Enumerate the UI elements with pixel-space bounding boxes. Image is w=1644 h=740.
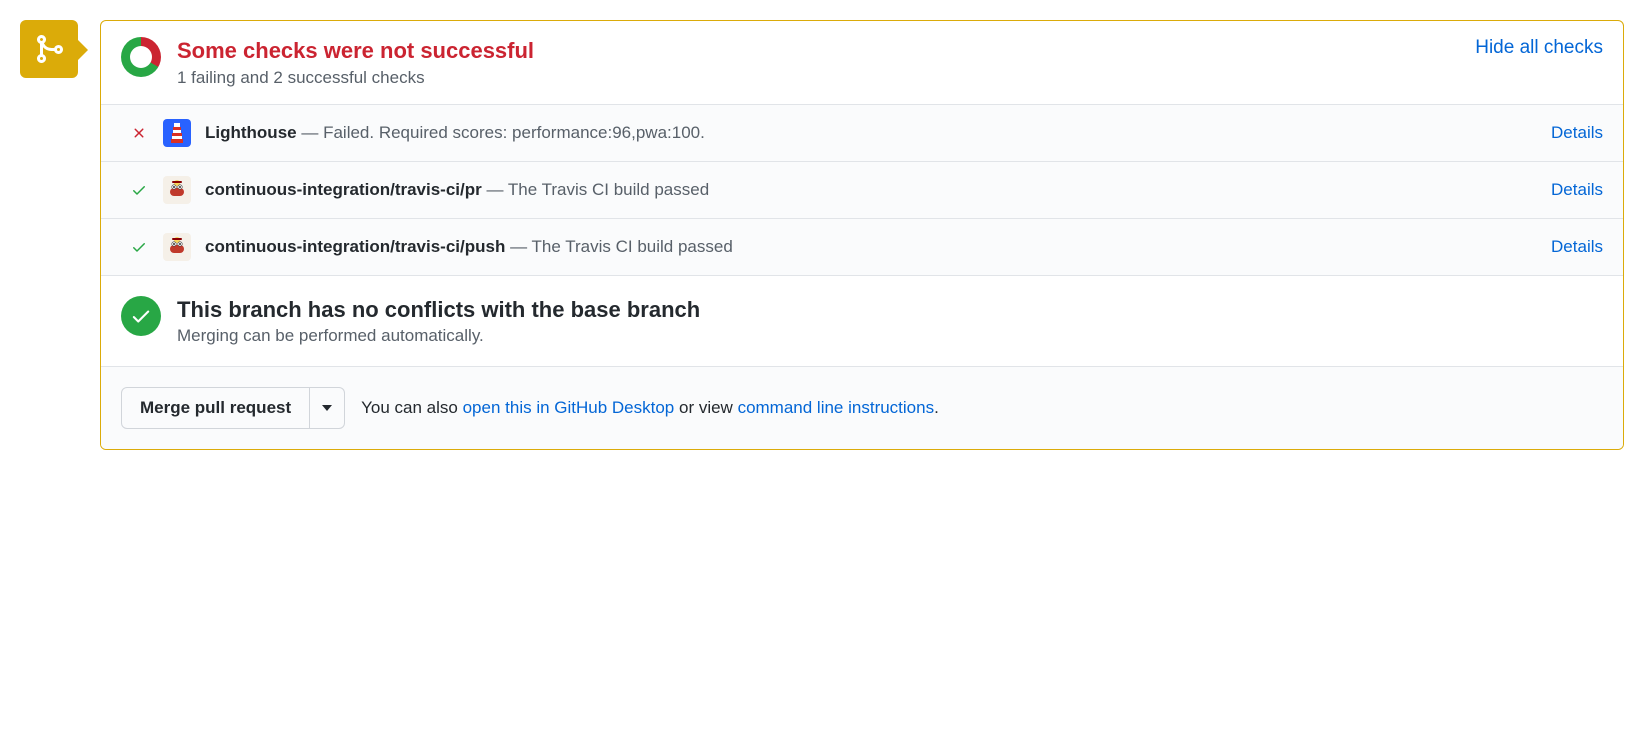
git-merge-icon (20, 20, 78, 78)
checks-summary-header: Some checks were not successful 1 failin… (101, 21, 1623, 105)
merge-conflict-status: This branch has no conflicts with the ba… (101, 276, 1623, 368)
checks-summary-subtitle: 1 failing and 2 successful checks (177, 68, 1459, 88)
success-check-icon (121, 296, 161, 336)
merge-footer: Merge pull request You can also open thi… (101, 367, 1623, 449)
lighthouse-avatar-icon (163, 119, 191, 147)
check-name: continuous-integration/travis-ci/push (205, 237, 505, 256)
merge-pull-request-button[interactable]: Merge pull request (121, 387, 310, 429)
check-details-link[interactable]: Details (1551, 237, 1603, 257)
hide-all-checks-link[interactable]: Hide all checks (1475, 37, 1603, 59)
check-row: continuous-integration/travis-ci/push — … (101, 219, 1623, 276)
merge-help-text: You can also open this in GitHub Desktop… (361, 398, 939, 418)
check-desc: The Travis CI build passed (508, 180, 709, 199)
check-separator: — (301, 123, 323, 142)
open-github-desktop-link[interactable]: open this in GitHub Desktop (463, 398, 675, 417)
checks-donut-icon (121, 37, 161, 77)
travis-avatar-icon (163, 233, 191, 261)
travis-avatar-icon (163, 176, 191, 204)
check-icon (129, 237, 149, 257)
check-separator: — (510, 237, 531, 256)
check-details-link[interactable]: Details (1551, 180, 1603, 200)
check-details-link[interactable]: Details (1551, 123, 1603, 143)
conflict-title: This branch has no conflicts with the ba… (177, 296, 700, 325)
check-desc: The Travis CI build passed (532, 237, 733, 256)
check-row: Lighthouse — Failed. Required scores: pe… (101, 105, 1623, 162)
command-line-instructions-link[interactable]: command line instructions (738, 398, 935, 417)
check-name: continuous-integration/travis-ci/pr (205, 180, 482, 199)
check-row: continuous-integration/travis-ci/pr — Th… (101, 162, 1623, 219)
check-name: Lighthouse (205, 123, 297, 142)
check-desc: Failed. Required scores: performance:96,… (323, 123, 705, 142)
conflict-subtitle: Merging can be performed automatically. (177, 326, 700, 346)
x-icon (129, 123, 149, 143)
checks-summary-title: Some checks were not successful (177, 37, 1459, 66)
chevron-down-icon (322, 405, 332, 411)
merge-dropdown-button[interactable] (310, 387, 345, 429)
check-icon (129, 180, 149, 200)
check-separator: — (486, 180, 507, 199)
merge-status-box: Some checks were not successful 1 failin… (100, 20, 1624, 450)
